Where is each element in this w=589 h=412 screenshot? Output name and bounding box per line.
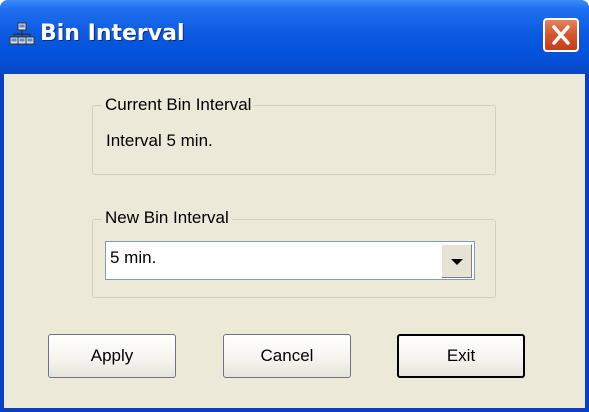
exit-button[interactable]: Exit (397, 334, 525, 378)
network-icon (9, 22, 35, 45)
bin-interval-select[interactable]: 5 min. (105, 241, 475, 280)
current-interval-label: Current Bin Interval (102, 95, 255, 115)
current-interval-value: Interval 5 min. (106, 131, 213, 150)
cancel-button[interactable]: Cancel (223, 334, 351, 378)
title-bar[interactable]: Bin Interval (0, 0, 589, 74)
close-button[interactable] (543, 18, 579, 52)
new-interval-label: New Bin Interval (102, 208, 232, 228)
close-icon (552, 25, 570, 45)
chevron-down-icon[interactable] (441, 244, 472, 278)
apply-button[interactable]: Apply (48, 334, 176, 378)
window-title: Bin Interval (40, 21, 185, 46)
bin-interval-select-value: 5 min. (110, 248, 157, 267)
dialog-body: Current Bin Interval Interval 5 min. New… (4, 74, 585, 408)
bin-interval-dialog: Bin Interval Current Bin Interval Interv… (0, 0, 589, 412)
